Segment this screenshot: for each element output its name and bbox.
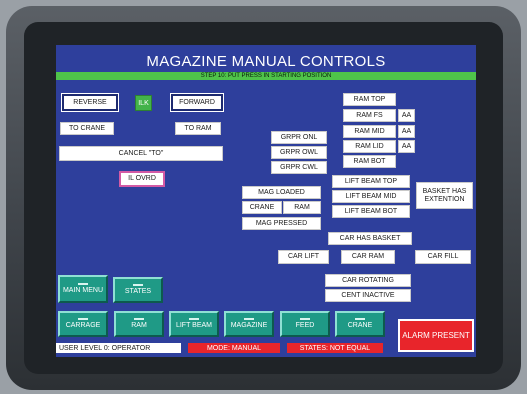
states-button[interactable]: STATES [113, 277, 163, 303]
lift-beam-bot-indicator: LIFT BEAM BOT [332, 205, 410, 218]
lift-beam-label: LIFT BEAM [175, 322, 213, 329]
step-banner: STEP 10: PUT PRESS IN STARTING POSITION [56, 72, 476, 80]
car-has-basket-indicator: CAR HAS BASKET [328, 232, 412, 245]
forward-button[interactable]: FORWARD [170, 93, 224, 112]
car-ram-button[interactable]: CAR RAM [341, 250, 395, 264]
button-indicator-icon [244, 318, 254, 320]
grpr-onl-indicator: GRPR ONL [271, 131, 327, 144]
ram-lid-aa-indicator: AA [398, 140, 415, 153]
to-crane-button[interactable]: TO CRANE [60, 122, 114, 135]
cent-inactive-indicator: CENT INACTIVE [325, 289, 411, 302]
user-level-status: USER LEVEL 0: OPERATOR [56, 343, 181, 353]
il-ovrd-button[interactable]: IL OVRD [119, 171, 165, 187]
mode-status: MODE: MANUAL [188, 343, 280, 353]
states-status: STATES: NOT EQUAL [287, 343, 383, 353]
main-menu-button[interactable]: MAIN MENU [58, 275, 108, 303]
lift-beam-button[interactable]: LIFT BEAM [169, 311, 219, 337]
mag-pressed-indicator: MAG PRESSED [242, 217, 321, 230]
carriage-button[interactable]: CARRAGE [58, 311, 108, 337]
to-ram-button[interactable]: TO RAM [175, 122, 221, 135]
magazine-label: MAGAZINE [230, 322, 268, 329]
cancel-to-button[interactable]: CANCEL "TO" [59, 146, 223, 161]
car-fill-button[interactable]: CAR FILL [415, 250, 471, 264]
reverse-button[interactable]: REVERSE [61, 93, 119, 112]
feed-label: FEED [295, 322, 315, 329]
car-rotating-indicator: CAR ROTATING [325, 274, 411, 287]
ram-mid-aa-indicator: AA [398, 125, 415, 138]
crane-label: CRANE [347, 322, 373, 329]
button-indicator-icon [189, 318, 199, 320]
ram-mid-indicator: RAM MID [343, 125, 396, 138]
mag-crane-indicator: CRANE [242, 201, 282, 214]
car-lift-button[interactable]: CAR LIFT [278, 250, 329, 264]
alarm-present-button[interactable]: ALARM PRESENT [398, 319, 474, 352]
mag-ram-indicator: RAM [283, 201, 321, 214]
ram-fs-aa-indicator: AA [398, 109, 415, 122]
button-indicator-icon [133, 284, 143, 286]
ilk-indicator: ILK [135, 95, 152, 111]
ram-nav-button[interactable]: RAM [114, 311, 164, 337]
mag-loaded-indicator: MAG LOADED [242, 186, 321, 199]
lift-beam-top-indicator: LIFT BEAM TOP [332, 175, 410, 188]
ram-bot-indicator: RAM BOT [343, 155, 396, 168]
grpr-owl-indicator: GRPR OWL [271, 146, 327, 159]
button-indicator-icon [355, 318, 365, 320]
hmi-screen: MAGAZINE MANUAL CONTROLS STEP 10: PUT PR… [56, 45, 476, 357]
button-indicator-icon [134, 318, 144, 320]
ram-fs-indicator: RAM FS [343, 109, 396, 122]
button-indicator-icon [300, 318, 310, 320]
ram-nav-label: RAM [131, 322, 147, 329]
ram-lid-indicator: RAM LID [343, 140, 396, 153]
ram-top-indicator: RAM TOP [343, 93, 396, 106]
lift-beam-mid-indicator: LIFT BEAM MID [332, 190, 410, 203]
main-menu-label: MAIN MENU [62, 287, 104, 294]
states-label: STATES [124, 288, 152, 295]
feed-button[interactable]: FEED [280, 311, 330, 337]
crane-button[interactable]: CRANE [335, 311, 385, 337]
page-title: MAGAZINE MANUAL CONTROLS [146, 53, 386, 70]
basket-extension-indicator: BASKET HAS EXTENTION [416, 182, 473, 209]
grpr-cwl-indicator: GRPR CWL [271, 161, 327, 174]
carriage-label: CARRAGE [65, 322, 101, 329]
button-indicator-icon [78, 283, 88, 285]
button-indicator-icon [78, 318, 88, 320]
magazine-button[interactable]: MAGAZINE [224, 311, 274, 337]
